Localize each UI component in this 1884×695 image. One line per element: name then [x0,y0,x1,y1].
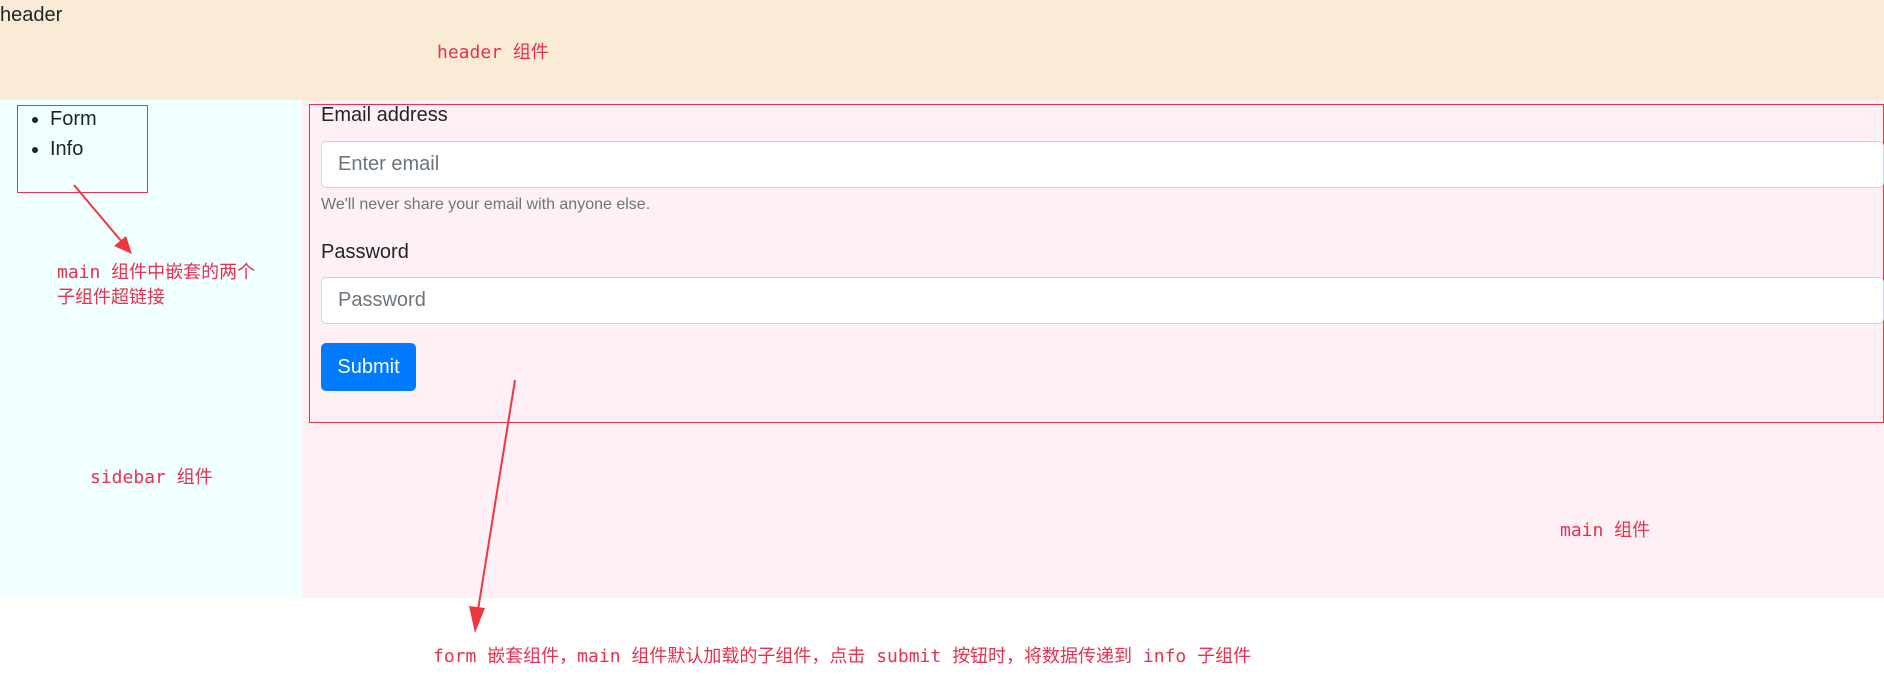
header-component-annotation: header 组件 [437,42,549,63]
sidebar-item-info-label[interactable]: Info [50,138,83,160]
sidebar-component-annotation: sidebar 组件 [90,467,213,488]
sidebar-links-annotation-line2: 子组件超链接 [57,287,165,308]
submit-button[interactable]: Submit [321,343,416,391]
sidebar-nav-list: Form Info [22,104,97,164]
password-label: Password [321,241,409,263]
header-component: header [0,0,1884,100]
sidebar-links-annotation-line1: main 组件中嵌套的两个 [57,262,256,283]
header-title: header [0,4,63,26]
email-label: Email address [321,104,448,126]
sidebar-item-form[interactable]: Form [50,104,97,134]
sidebar-item-info[interactable]: Info [50,134,97,164]
email-help-text: We'll never share your email with anyone… [321,196,651,213]
main-component-annotation: main 组件 [1560,520,1651,541]
form-description-annotation: form 嵌套组件，main 组件默认加载的子组件，点击 submit 按钮时，… [433,646,1252,667]
email-field[interactable] [321,141,1884,188]
password-field[interactable] [321,277,1884,324]
sidebar-item-form-label[interactable]: Form [50,108,97,130]
